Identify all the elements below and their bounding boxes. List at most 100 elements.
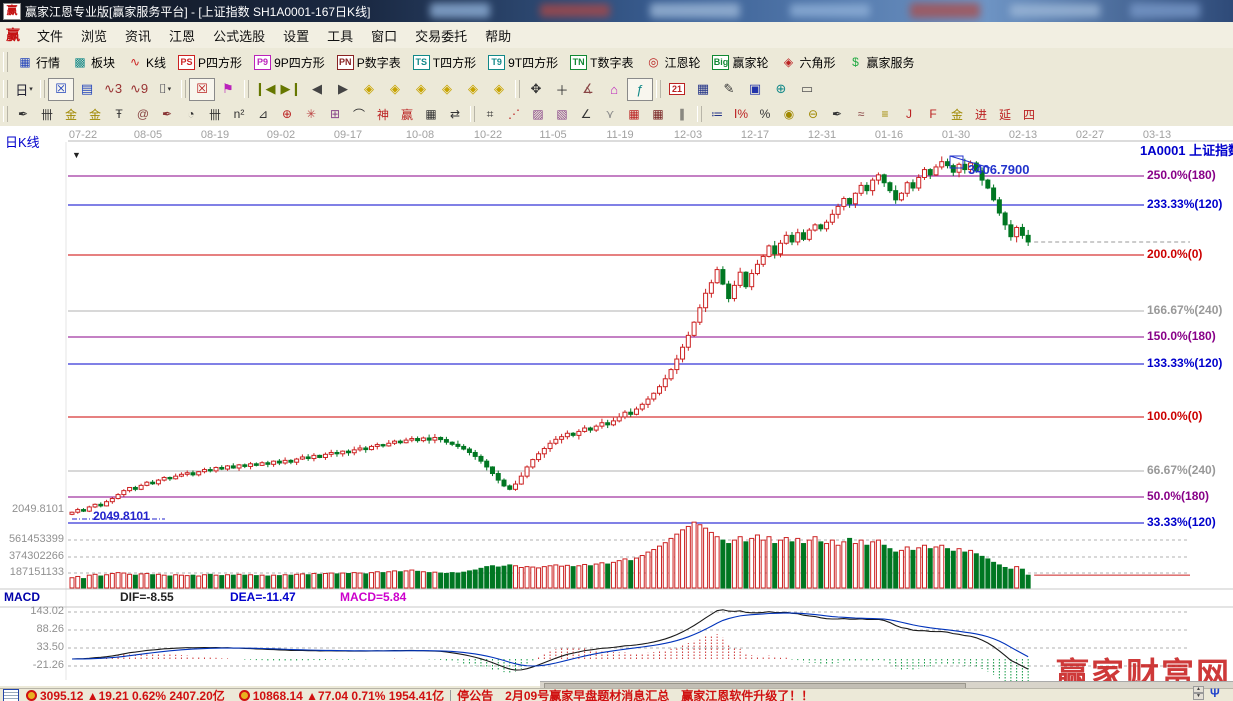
save-button[interactable]: ▣ bbox=[742, 78, 768, 101]
zoom-region-button[interactable]: ☒ bbox=[48, 78, 74, 101]
red-grid-icon[interactable]: ▦ bbox=[622, 104, 646, 125]
gann-diamond-center-button[interactable]: ◈ bbox=[460, 78, 486, 101]
hexagon-button[interactable]: ◈六角形 bbox=[775, 51, 842, 74]
winner-wheel-button[interactable]: Big赢家轮 bbox=[706, 51, 774, 74]
macd-indicator-label[interactable]: MACD bbox=[4, 590, 40, 604]
gold-comb2-icon[interactable]: 金 bbox=[83, 104, 107, 125]
print-button[interactable]: ▭ bbox=[794, 78, 820, 101]
menu-item-设置[interactable]: 设置 bbox=[274, 23, 318, 48]
pen-divider-icon[interactable]: ✒ bbox=[825, 104, 849, 125]
gann-diamond-grid-button[interactable]: ◈ bbox=[486, 78, 512, 101]
yan-angle-icon[interactable]: 延 bbox=[993, 104, 1017, 125]
calendar-button[interactable]: 21 bbox=[664, 78, 690, 101]
menu-item-帮助[interactable]: 帮助 bbox=[476, 23, 520, 48]
t-square-button[interactable]: TST四方形 bbox=[407, 51, 482, 74]
bars-icon[interactable]: ≔ bbox=[705, 104, 729, 125]
t-number-table-button[interactable]: TNT数字表 bbox=[564, 51, 639, 74]
p9-square-button[interactable]: P99P四方形 bbox=[248, 51, 331, 74]
menu-item-资讯[interactable]: 资讯 bbox=[116, 23, 160, 48]
p-number-table-button[interactable]: PNP数字表 bbox=[331, 51, 407, 74]
prev-page-button[interactable]: ◀ bbox=[304, 78, 330, 101]
check-line-icon[interactable]: ⋎ bbox=[598, 104, 622, 125]
grid-web-icon[interactable]: ⊞ bbox=[323, 104, 347, 125]
comb-icon[interactable]: 卌 bbox=[35, 104, 59, 125]
fan-box-icon[interactable]: ▨ bbox=[526, 104, 550, 125]
angle-line-icon[interactable]: ∠ bbox=[574, 104, 598, 125]
formula-button[interactable]: ƒ bbox=[627, 78, 653, 101]
gold-angle-icon[interactable]: 金 bbox=[945, 104, 969, 125]
parallel-icon[interactable]: ∥ bbox=[670, 104, 694, 125]
menu-item-窗口[interactable]: 窗口 bbox=[362, 23, 406, 48]
date-tick-01-30: 01-30 bbox=[942, 129, 970, 141]
ying-icon[interactable]: 赢 bbox=[395, 104, 419, 125]
candle-style-button[interactable]: ⌷▾ bbox=[152, 78, 178, 101]
t9-square-button[interactable]: T99T四方形 bbox=[482, 51, 564, 74]
crosshair-button[interactable]: ＋ bbox=[549, 78, 575, 101]
web-icon[interactable]: ✳ bbox=[299, 104, 323, 125]
gann-diamond-right-button[interactable]: ◈ bbox=[382, 78, 408, 101]
first-page-button[interactable]: ❙◀ bbox=[252, 78, 278, 101]
calculator-button[interactable]: ▦ bbox=[690, 78, 716, 101]
chart-area[interactable]: 07-2208-0508-1909-0209-1710-0810-2211-05… bbox=[0, 126, 1233, 686]
menu-item-公式选股[interactable]: 公式选股 bbox=[204, 23, 274, 48]
pan-hand-button[interactable]: ✥ bbox=[523, 78, 549, 101]
pen2-icon[interactable]: ✒ bbox=[155, 104, 179, 125]
menu-item-工具[interactable]: 工具 bbox=[318, 23, 362, 48]
f-lines-icon[interactable]: Ŧ bbox=[107, 104, 131, 125]
gold-circle-icon[interactable]: ◉ bbox=[777, 104, 801, 125]
n2-icon[interactable]: n² bbox=[227, 104, 251, 125]
time-circle-icon[interactable]: ◔ bbox=[179, 104, 203, 125]
menu-item-浏览[interactable]: 浏览 bbox=[72, 23, 116, 48]
kline-button[interactable]: ∿K线 bbox=[121, 51, 172, 74]
gold-bars-icon[interactable]: ≡ bbox=[873, 104, 897, 125]
gann-box-button[interactable]: ☒ bbox=[189, 78, 215, 101]
gann-diamond-shrink-button[interactable]: ◈ bbox=[434, 78, 460, 101]
notepad-button[interactable]: ✎ bbox=[716, 78, 742, 101]
shen-icon[interactable]: 神 bbox=[371, 104, 395, 125]
wave-3-button[interactable]: ∿3 bbox=[100, 78, 126, 101]
fan-lines-icon[interactable]: ⋰ bbox=[502, 104, 526, 125]
winner-service-button[interactable]: $赢家服务 bbox=[842, 51, 921, 74]
info-panel-button[interactable]: ▤ bbox=[74, 78, 100, 101]
fan-box2-icon[interactable]: ▧ bbox=[550, 104, 574, 125]
last-page-button[interactable]: ▶❙ bbox=[278, 78, 304, 101]
red-grid2-icon[interactable]: ▦ bbox=[646, 104, 670, 125]
menu-item-文件[interactable]: 文件 bbox=[28, 23, 72, 48]
gann-hat-button[interactable]: ⌂ bbox=[601, 78, 627, 101]
next-page-button[interactable]: ▶ bbox=[330, 78, 356, 101]
angle-icon[interactable]: ⊿ bbox=[251, 104, 275, 125]
j-angle-icon[interactable]: J bbox=[897, 104, 921, 125]
percent-line-icon[interactable]: Ⅰ% bbox=[729, 104, 753, 125]
p-square-button[interactable]: PSP四方形 bbox=[172, 51, 248, 74]
frame-tool-icon[interactable]: ⌗ bbox=[478, 104, 502, 125]
gann-diamond-left-button[interactable]: ◈ bbox=[356, 78, 382, 101]
menu-item-江恩[interactable]: 江恩 bbox=[160, 23, 204, 48]
grid123-icon[interactable]: ▦ bbox=[419, 104, 443, 125]
value-spinner[interactable]: ▲▼ bbox=[1193, 686, 1204, 700]
menu-item-交易委托[interactable]: 交易委托 bbox=[406, 23, 476, 48]
spiral-icon[interactable]: @ bbox=[131, 104, 155, 125]
network-button[interactable]: ⊕ bbox=[768, 78, 794, 101]
comb2-icon[interactable]: 卌 bbox=[203, 104, 227, 125]
draw-pen-icon[interactable]: ✒ bbox=[11, 104, 35, 125]
gann-wheel-button[interactable]: ◎江恩轮 bbox=[639, 51, 706, 74]
angle-measure-button[interactable]: ∡ bbox=[575, 78, 601, 101]
color-flag-button[interactable]: ⚑ bbox=[215, 78, 241, 101]
dropdown-marker-icon[interactable]: ▼ bbox=[72, 150, 81, 160]
si-angle-icon[interactable]: 四 bbox=[1017, 104, 1041, 125]
f-angle-icon[interactable]: F bbox=[921, 104, 945, 125]
sectors-button[interactable]: ▩板块 bbox=[66, 51, 121, 74]
target-icon[interactable]: ⊕ bbox=[275, 104, 299, 125]
gann-diamond-expand-button[interactable]: ◈ bbox=[408, 78, 434, 101]
gold-line-icon[interactable]: ⊖ bbox=[801, 104, 825, 125]
wave-9-button[interactable]: ∿9 bbox=[126, 78, 152, 101]
jin-angle-icon[interactable]: 进 bbox=[969, 104, 993, 125]
kline-period-button[interactable]: 日▾ bbox=[11, 78, 37, 101]
quote-table-icon[interactable] bbox=[3, 689, 19, 701]
percent-icon[interactable]: % bbox=[753, 104, 777, 125]
arc-icon[interactable]: ⌒ bbox=[347, 104, 371, 125]
quotes-button[interactable]: ▦行情 bbox=[11, 51, 66, 74]
wave-line-icon[interactable]: ≈ bbox=[849, 104, 873, 125]
width-arrows-icon[interactable]: ⇄ bbox=[443, 104, 467, 125]
gold-comb-icon[interactable]: 金 bbox=[59, 104, 83, 125]
